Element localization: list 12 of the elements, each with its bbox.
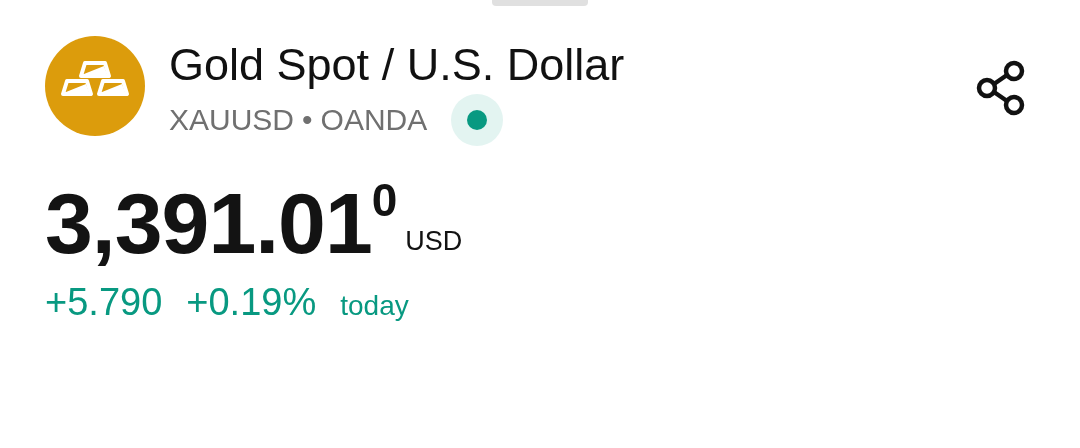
change-value: +5.790 <box>45 279 163 325</box>
exchange-label: OANDA <box>320 102 428 138</box>
symbol-label: XAUUSD <box>169 102 295 138</box>
drag-handle[interactable] <box>492 0 588 6</box>
period-label: today <box>340 288 409 323</box>
ingot-stack-icon <box>45 36 145 136</box>
separator-dot: • <box>302 102 313 138</box>
price-value: 3,391.01 <box>45 179 372 266</box>
instrument-title: Gold Spot / U.S. Dollar <box>169 40 626 90</box>
currency-label: USD <box>405 225 463 258</box>
price-extra-digit: 0 <box>371 172 398 228</box>
change-percent: +0.19% <box>186 279 317 325</box>
